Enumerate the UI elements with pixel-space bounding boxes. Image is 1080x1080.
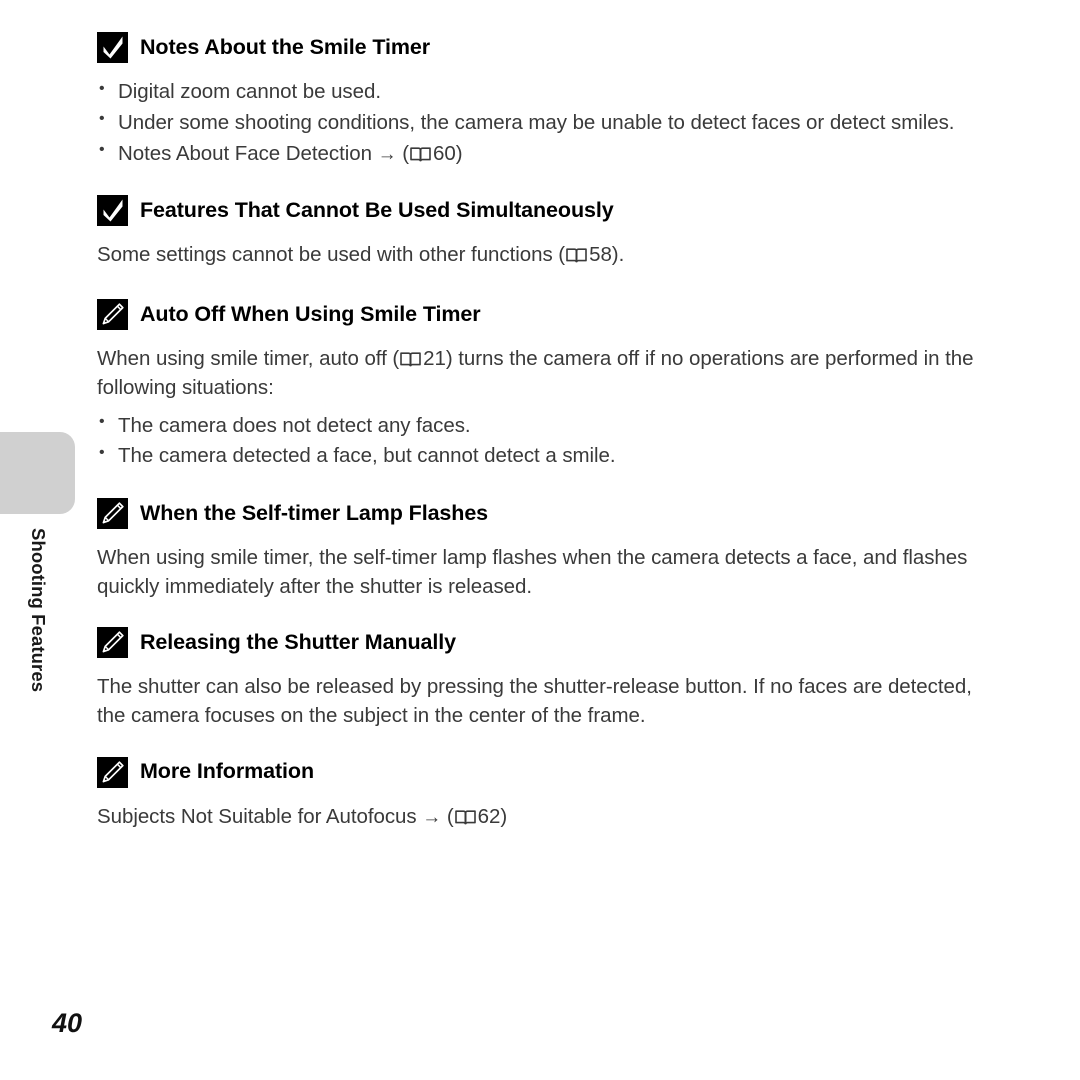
reference-page-number: 60	[433, 141, 456, 165]
section-paragraph: Some settings cannot be used with other …	[97, 240, 977, 269]
list-item: Digital zoom cannot be used.	[97, 77, 977, 108]
bullet-list: The camera does not detect any faces. Th…	[97, 410, 977, 473]
open-book-icon	[454, 809, 476, 826]
section-paragraph: The shutter can also be released by pres…	[97, 675, 972, 728]
list-item-text: Notes About Face Detection	[118, 141, 378, 165]
close-paren: )	[500, 804, 508, 828]
section-heading: Notes About the Smile Timer	[97, 32, 977, 63]
section-features-that-cannot-be-used-simultaneously: Features That Cannot Be Used Simultaneou…	[97, 195, 977, 269]
section-when-the-self-timer-lamp-flashes: When the Self-timer Lamp Flashes When us…	[97, 498, 977, 601]
section-title: Notes About the Smile Timer	[140, 34, 430, 59]
paragraph-text: Some settings cannot be used with other …	[97, 243, 566, 267]
bullet-list: Digital zoom cannot be used. Under some …	[97, 77, 977, 169]
list-item-text: The camera detected a face, but cannot d…	[118, 444, 616, 468]
reference-page-number: 58	[589, 243, 612, 267]
pencil-icon	[97, 498, 128, 530]
reference-page-number: 21	[423, 347, 446, 371]
section-heading: Auto Off When Using Smile Timer	[97, 299, 977, 331]
open-book-icon	[400, 351, 421, 368]
section-title: Releasing the Shutter Manually	[140, 629, 456, 654]
open-paren: (	[396, 141, 409, 165]
section-heading: Releasing the Shutter Manually	[97, 627, 977, 659]
paragraph-text: Subjects Not Suitable for Autofocus	[97, 804, 423, 828]
arrow-glyph: →	[422, 806, 442, 828]
section-thumb-tab	[0, 432, 75, 514]
open-paren: (	[441, 804, 454, 828]
section-paragraph: When using smile timer, auto off (21) tu…	[97, 344, 977, 402]
section-paragraph: Subjects Not Suitable for Autofocus → (6…	[97, 802, 977, 832]
check-mark-icon	[97, 195, 128, 227]
close-paren: )	[455, 141, 463, 165]
arrow-glyph: →	[377, 143, 397, 165]
section-auto-off-when-using-smile-timer: Auto Off When Using Smile Timer When usi…	[97, 299, 977, 472]
section-paragraph: When using smile timer, the self-timer l…	[97, 546, 968, 599]
section-tab-label-wrapper: Shooting Features	[0, 528, 75, 728]
list-item-text: The camera does not detect any faces.	[118, 413, 471, 437]
manual-page: Shooting Features Notes About the Smile …	[0, 0, 1080, 1080]
list-item-text: Digital zoom cannot be used.	[118, 80, 381, 103]
section-heading: Features That Cannot Be Used Simultaneou…	[97, 195, 977, 227]
section-heading: When the Self-timer Lamp Flashes	[97, 498, 977, 530]
list-item-text: Under some shooting conditions, the came…	[118, 110, 955, 134]
list-item: The camera does not detect any faces.	[97, 410, 977, 442]
section-releasing-the-shutter-manually: Releasing the Shutter Manually The shutt…	[97, 627, 977, 730]
pencil-icon	[97, 627, 128, 659]
section-title: When the Self-timer Lamp Flashes	[140, 500, 489, 525]
reference-page-number: 62	[477, 804, 501, 828]
paragraph-text: When using smile timer, auto off (	[97, 347, 400, 371]
section-heading: More Information	[97, 756, 977, 788]
open-book-icon	[410, 146, 431, 163]
section-title: Auto Off When Using Smile Timer	[140, 302, 481, 327]
pencil-icon	[97, 299, 128, 331]
page-content: Notes About the Smile Timer Digital zoom…	[97, 32, 977, 831]
list-item: The camera detected a face, but cannot d…	[97, 441, 977, 472]
section-more-information: More Information Subjects Not Suitable f…	[97, 756, 977, 832]
section-notes-about-the-smile-timer: Notes About the Smile Timer Digital zoom…	[97, 32, 977, 169]
list-item: Notes About Face Detection → (60)	[97, 138, 977, 170]
open-book-icon	[566, 247, 587, 264]
list-item: Under some shooting conditions, the came…	[97, 107, 977, 139]
paragraph-text-tail: ).	[611, 243, 625, 267]
section-title: Features That Cannot Be Used Simultaneou…	[140, 197, 614, 222]
check-mark-icon	[97, 32, 128, 63]
section-title: More Information	[140, 759, 314, 784]
page-number: 40	[52, 1008, 83, 1038]
pencil-icon	[97, 756, 128, 788]
section-tab-label: Shooting Features	[27, 528, 49, 693]
